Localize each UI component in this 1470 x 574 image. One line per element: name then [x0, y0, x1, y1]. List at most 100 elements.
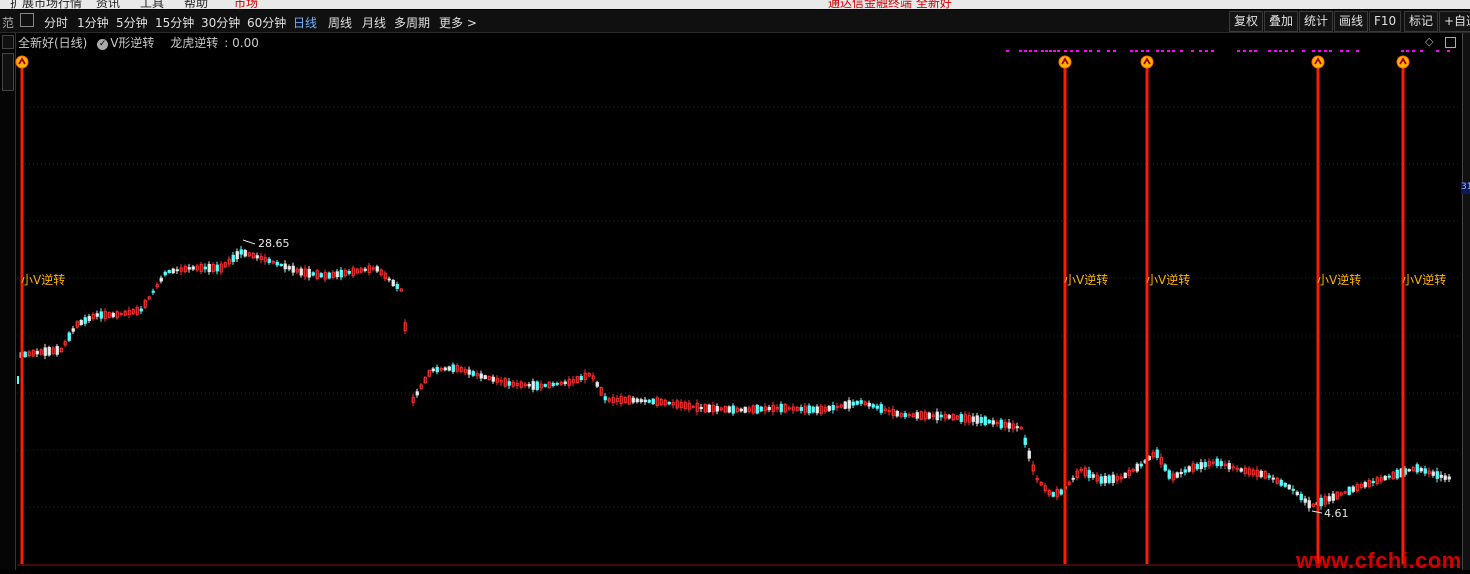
candle: [139, 308, 143, 312]
marker-dot: [1406, 50, 1409, 52]
candle: [71, 328, 75, 332]
marker-dot: [1329, 50, 1332, 52]
candle: [1163, 464, 1167, 471]
candle: [1443, 475, 1447, 480]
marker-dot: [1045, 50, 1048, 52]
candle: [1363, 482, 1367, 488]
candle: [99, 311, 103, 319]
candle: [543, 384, 547, 387]
candle: [551, 382, 555, 386]
candle: [35, 350, 39, 355]
signal-text: 小V逆转: [1146, 272, 1190, 287]
candle: [1187, 466, 1191, 472]
candle: [631, 397, 635, 403]
candle: [203, 266, 207, 270]
candle: [1259, 470, 1263, 478]
marker-dot: [1324, 50, 1327, 52]
candle: [47, 346, 51, 356]
candle: [815, 406, 819, 414]
candle: [555, 382, 559, 385]
candle: [867, 402, 871, 407]
marker-dot: [1291, 50, 1294, 52]
candle: [1203, 462, 1207, 468]
candle: [207, 263, 211, 273]
candle: [527, 383, 531, 387]
candle: [639, 399, 643, 403]
candle: [851, 401, 855, 406]
candle: [1103, 475, 1107, 484]
signal-text: 小V逆转: [1402, 272, 1446, 287]
candle: [843, 401, 847, 409]
candle: [667, 402, 671, 405]
candle: [1299, 493, 1303, 501]
signal-lines: 小V逆转 小V逆转 小V逆转 小V逆转 小V逆转: [15, 55, 1460, 566]
marker-dot: [1034, 50, 1037, 52]
candle: [1087, 470, 1091, 478]
candle: [1371, 481, 1375, 483]
candle: [1267, 475, 1271, 478]
candle: [895, 410, 899, 417]
candle: [1395, 469, 1399, 479]
candle: [975, 415, 979, 424]
candle: [443, 367, 447, 371]
candle: [255, 255, 259, 259]
marker-dot: [1420, 50, 1423, 52]
candle: [327, 272, 331, 279]
candle: [307, 269, 311, 278]
candle: [1027, 450, 1031, 459]
candle: [1423, 468, 1427, 474]
candle: [879, 404, 883, 413]
marker-dot: [1053, 50, 1056, 52]
candle: [239, 249, 243, 255]
candle: [1059, 489, 1063, 495]
candle: [319, 273, 323, 278]
candle: [531, 381, 535, 390]
candle: [991, 420, 995, 425]
marker-dot: [1254, 50, 1257, 52]
marker-dot: [1113, 50, 1116, 52]
high-price-label: 28.65: [258, 237, 290, 250]
marker-dot: [1279, 50, 1282, 52]
candle: [375, 266, 379, 272]
candle: [1023, 437, 1027, 445]
candle: [707, 404, 711, 413]
candle: [1227, 463, 1231, 470]
marker-dot: [1401, 50, 1404, 52]
candle: [535, 381, 539, 390]
candle: [759, 406, 763, 412]
candle: [603, 396, 607, 401]
candle: [415, 391, 419, 396]
candle: [1351, 486, 1355, 492]
candle: [1199, 462, 1203, 469]
candle: [391, 279, 395, 287]
marker-dot: [1161, 50, 1164, 52]
candle: [1215, 458, 1219, 467]
marker-dot: [1285, 50, 1288, 52]
marker-dot: [1141, 50, 1144, 52]
marker-dot: [1172, 50, 1175, 52]
marker-dot: [1024, 50, 1027, 52]
candle: [471, 371, 475, 376]
marker-dot: [1167, 50, 1170, 52]
candle: [727, 406, 731, 413]
marker-dot: [1029, 50, 1032, 52]
marker-dot: [1107, 50, 1110, 52]
marker-dot: [1057, 50, 1060, 52]
marker-dot: [1340, 50, 1343, 52]
candlestick-chart[interactable]: 小V逆转 小V逆转 小V逆转 小V逆转 小V逆转 28.65 4.61: [0, 0, 1470, 570]
marker-dot: [1346, 50, 1349, 52]
candle: [1291, 488, 1295, 491]
candle: [163, 271, 167, 276]
candles: [17, 245, 1451, 512]
candle: [979, 417, 983, 423]
candle: [1435, 471, 1439, 479]
candle: [83, 317, 87, 324]
candle: [67, 332, 71, 341]
marker-dot: [1156, 50, 1159, 52]
marker-dot: [1146, 50, 1149, 52]
candle: [715, 406, 719, 412]
candle: [1319, 497, 1323, 507]
candle: [447, 366, 451, 371]
candle: [1091, 474, 1095, 478]
candle: [347, 270, 351, 274]
